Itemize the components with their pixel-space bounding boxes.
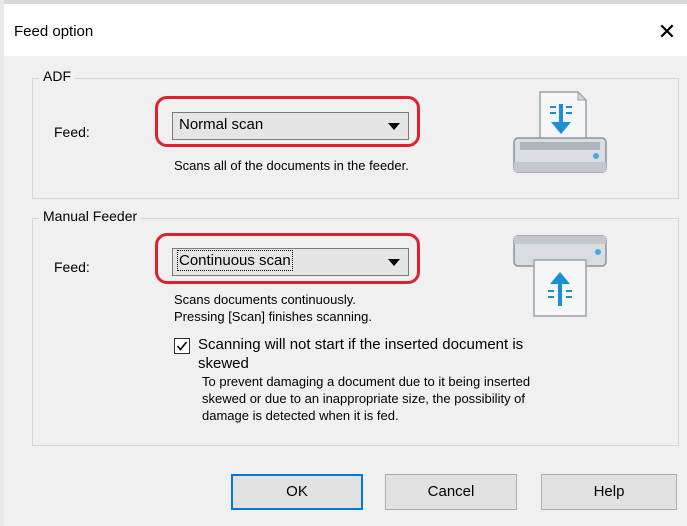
skew-detection-label-line2[interactable]: skewed [198, 354, 249, 373]
manual-feed-highlight [155, 233, 420, 284]
skew-note-line1: To prevent damaging a document due to it… [202, 374, 531, 389]
adf-feed-highlight [155, 96, 420, 147]
manual-description-line2: Pressing [Scan] finishes scanning. [174, 309, 372, 324]
adf-group-legend: ADF [39, 68, 75, 84]
adf-description: Scans all of the documents in the feeder… [174, 158, 409, 173]
skew-detection-checkbox[interactable] [174, 338, 190, 354]
close-icon[interactable]: ✕ [647, 12, 687, 52]
dialog-title: Feed option [14, 23, 94, 40]
skew-detection-label-line1[interactable]: Scanning will not start if the inserted … [198, 335, 523, 354]
adf-feed-label: Feed: [54, 124, 90, 140]
scanner-manual-feed-icon [513, 235, 607, 317]
feed-option-dialog: Feed option ✕ ADF Feed: Normal scan Scan… [4, 4, 687, 526]
checkmark-icon [176, 341, 188, 351]
cancel-button[interactable]: Cancel [385, 474, 517, 510]
scanner-adf-icon [513, 90, 607, 173]
manual-description-line1: Scans documents continuously. [174, 292, 356, 307]
manual-feed-label: Feed: [54, 259, 90, 275]
help-button[interactable]: Help [541, 474, 677, 510]
ok-button[interactable]: OK [231, 474, 363, 510]
title-bar: Feed option ✕ [4, 4, 687, 56]
manual-feeder-group-legend: Manual Feeder [39, 208, 142, 224]
skew-note-line3: damage is detected when it is fed. [202, 408, 399, 423]
skew-note-line2: skewed or due to an inappropriate size, … [202, 391, 526, 406]
